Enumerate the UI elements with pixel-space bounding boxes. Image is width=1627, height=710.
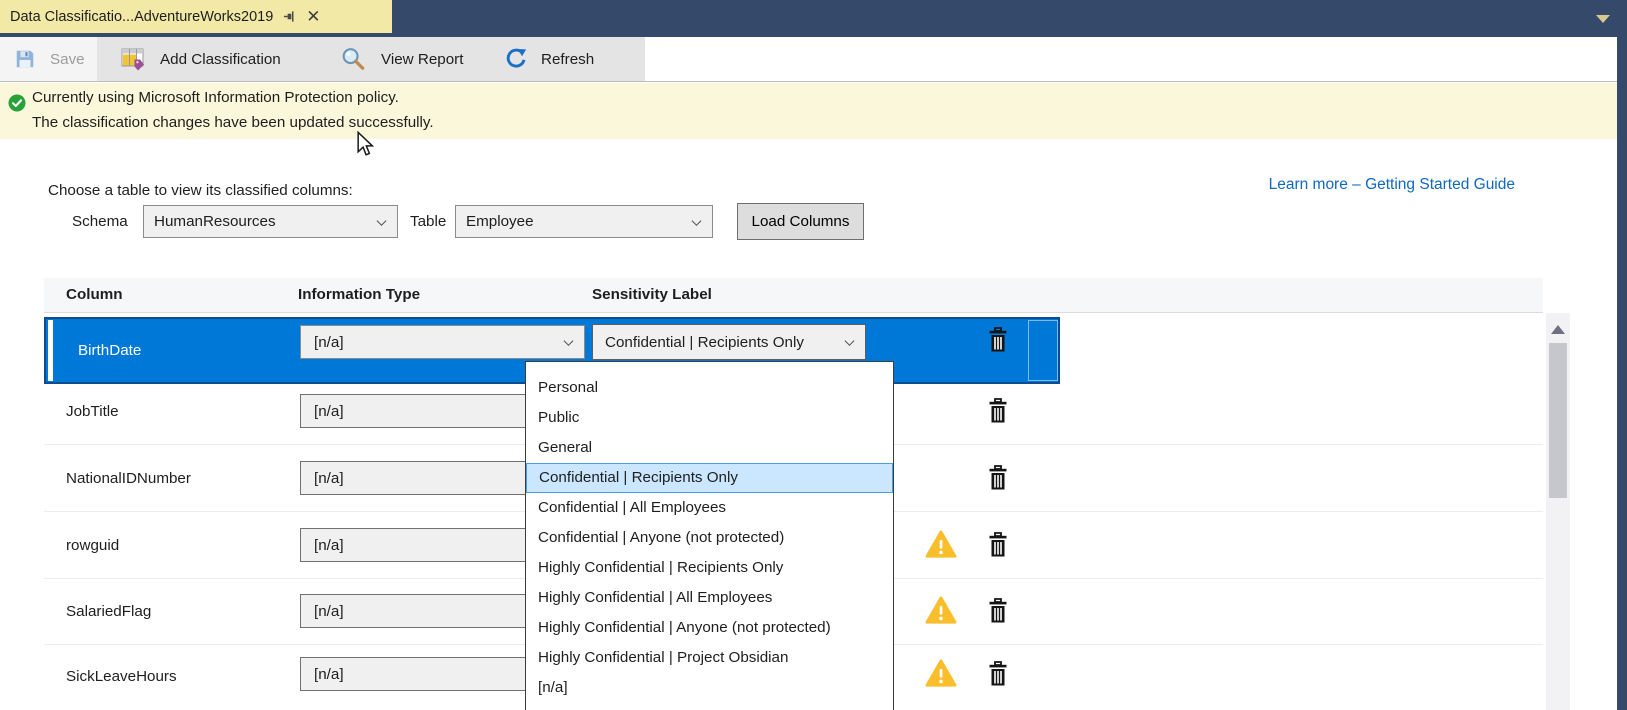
delete-classification-icon[interactable] bbox=[988, 327, 1008, 353]
tab-data-classification[interactable]: Data Classificatio...AdventureWorks2019 … bbox=[0, 0, 392, 33]
mouse-cursor bbox=[356, 131, 374, 157]
header-column: Column bbox=[66, 286, 123, 303]
dropdown-item[interactable]: Personal bbox=[526, 373, 893, 403]
dropdown-item[interactable]: Public bbox=[526, 403, 893, 433]
window-list-chevron-icon[interactable] bbox=[1596, 15, 1610, 23]
load-columns-button[interactable]: Load Columns bbox=[737, 203, 864, 240]
column-name: rowguid bbox=[66, 512, 119, 578]
delete-classification-icon[interactable] bbox=[988, 398, 1008, 424]
delete-classification-icon[interactable] bbox=[988, 661, 1008, 687]
delete-classification-icon[interactable] bbox=[988, 598, 1008, 624]
close-icon[interactable]: ✕ bbox=[306, 8, 320, 25]
column-name: SalariedFlag bbox=[66, 579, 151, 644]
view-report-button[interactable]: View Report bbox=[340, 37, 463, 81]
information-type-dropdown[interactable]: [n/a] bbox=[300, 325, 585, 359]
pin-icon[interactable] bbox=[283, 10, 296, 23]
column-name: JobTitle bbox=[66, 378, 119, 444]
schema-dropdown[interactable]: HumanResources bbox=[143, 205, 398, 238]
magnifier-icon bbox=[340, 46, 367, 73]
save-label: Save bbox=[50, 51, 85, 68]
header-sensitivity-label: Sensitivity Label bbox=[592, 286, 712, 303]
header-information-type: Information Type bbox=[298, 286, 420, 303]
information-type-value: [n/a] bbox=[314, 537, 344, 554]
information-type-value: [n/a] bbox=[314, 470, 344, 487]
add-classification-label: Add Classification bbox=[160, 51, 281, 68]
tab-title: Data Classificatio...AdventureWorks2019 bbox=[10, 9, 273, 25]
dropdown-item[interactable]: Highly Confidential | Recipients Only bbox=[526, 553, 893, 583]
sensitivity-label-value: Confidential | Recipients Only bbox=[605, 334, 804, 351]
dropdown-item[interactable]: Highly Confidential | All Employees bbox=[526, 583, 893, 613]
chevron-down-icon bbox=[377, 216, 387, 226]
refresh-label: Refresh bbox=[541, 51, 594, 68]
refresh-button[interactable]: Refresh bbox=[503, 37, 594, 81]
column-name: SickLeaveHours bbox=[66, 645, 177, 707]
add-classification-icon bbox=[120, 46, 146, 72]
warning-icon bbox=[925, 596, 957, 625]
chevron-down-icon bbox=[692, 216, 702, 226]
focused-cell-outline bbox=[1028, 320, 1058, 381]
sensitivity-label-dropdown[interactable]: Confidential | Recipients Only bbox=[592, 324, 866, 360]
delete-classification-icon[interactable] bbox=[988, 532, 1008, 558]
refresh-icon bbox=[503, 47, 527, 71]
policy-message-banner: Currently using Microsoft Information Pr… bbox=[0, 83, 1617, 139]
column-name: NationalIDNumber bbox=[66, 445, 191, 511]
dropdown-item[interactable]: Highly Confidential | Project Obsidian bbox=[526, 643, 893, 673]
toolbar: Save Add Classification View Report bbox=[0, 37, 1617, 82]
warning-icon bbox=[925, 530, 957, 559]
information-type-value: [n/a] bbox=[314, 334, 344, 351]
scrollbar-up-arrow-icon[interactable] bbox=[1551, 325, 1565, 334]
save-icon bbox=[14, 48, 36, 70]
warning-icon bbox=[925, 659, 957, 688]
learn-more-link[interactable]: Learn more – Getting Started Guide bbox=[1269, 176, 1515, 194]
add-classification-button[interactable]: Add Classification bbox=[120, 37, 281, 81]
dropdown-item[interactable]: Confidential | All Employees bbox=[526, 493, 893, 523]
chevron-down-icon bbox=[845, 336, 855, 346]
choose-table-prompt: Choose a table to view its classified co… bbox=[48, 182, 353, 199]
banner-message-line1: Currently using Microsoft Information Pr… bbox=[32, 89, 399, 106]
sensitivity-dropdown-list: Personal Public General Confidential | R… bbox=[525, 361, 894, 710]
document-tab-strip: Data Classificatio...AdventureWorks2019 … bbox=[0, 0, 1627, 37]
information-type-value: [n/a] bbox=[314, 603, 344, 620]
dropdown-item-highlighted[interactable]: Confidential | Recipients Only bbox=[526, 463, 893, 493]
delete-classification-icon[interactable] bbox=[988, 465, 1008, 491]
column-name: BirthDate bbox=[78, 317, 141, 384]
table-dropdown[interactable]: Employee bbox=[455, 205, 713, 238]
success-check-icon bbox=[8, 94, 26, 112]
view-report-label: View Report bbox=[381, 51, 463, 68]
table-label: Table bbox=[410, 213, 446, 230]
information-type-value: [n/a] bbox=[314, 403, 344, 420]
banner-message-line2: The classification changes have been upd… bbox=[32, 114, 434, 131]
dropdown-item[interactable]: General bbox=[526, 433, 893, 463]
table-value: Employee bbox=[466, 213, 534, 230]
save-button[interactable]: Save bbox=[14, 37, 85, 81]
scrollbar-thumb[interactable] bbox=[1549, 343, 1567, 498]
schema-value: HumanResources bbox=[154, 213, 276, 230]
schema-label: Schema bbox=[72, 213, 128, 230]
window-border bbox=[1617, 0, 1627, 710]
grid-header: Column Information Type Sensitivity Labe… bbox=[44, 278, 1543, 313]
data-classification-window: Data Classificatio...AdventureWorks2019 … bbox=[0, 0, 1627, 710]
selected-row-stripe bbox=[48, 320, 53, 381]
chevron-down-icon bbox=[564, 336, 574, 346]
dropdown-item[interactable]: Confidential | Anyone (not protected) bbox=[526, 523, 893, 553]
dropdown-item[interactable]: [n/a] bbox=[526, 673, 893, 703]
dropdown-item[interactable]: Highly Confidential | Anyone (not protec… bbox=[526, 613, 893, 643]
information-type-value: [n/a] bbox=[314, 666, 344, 683]
